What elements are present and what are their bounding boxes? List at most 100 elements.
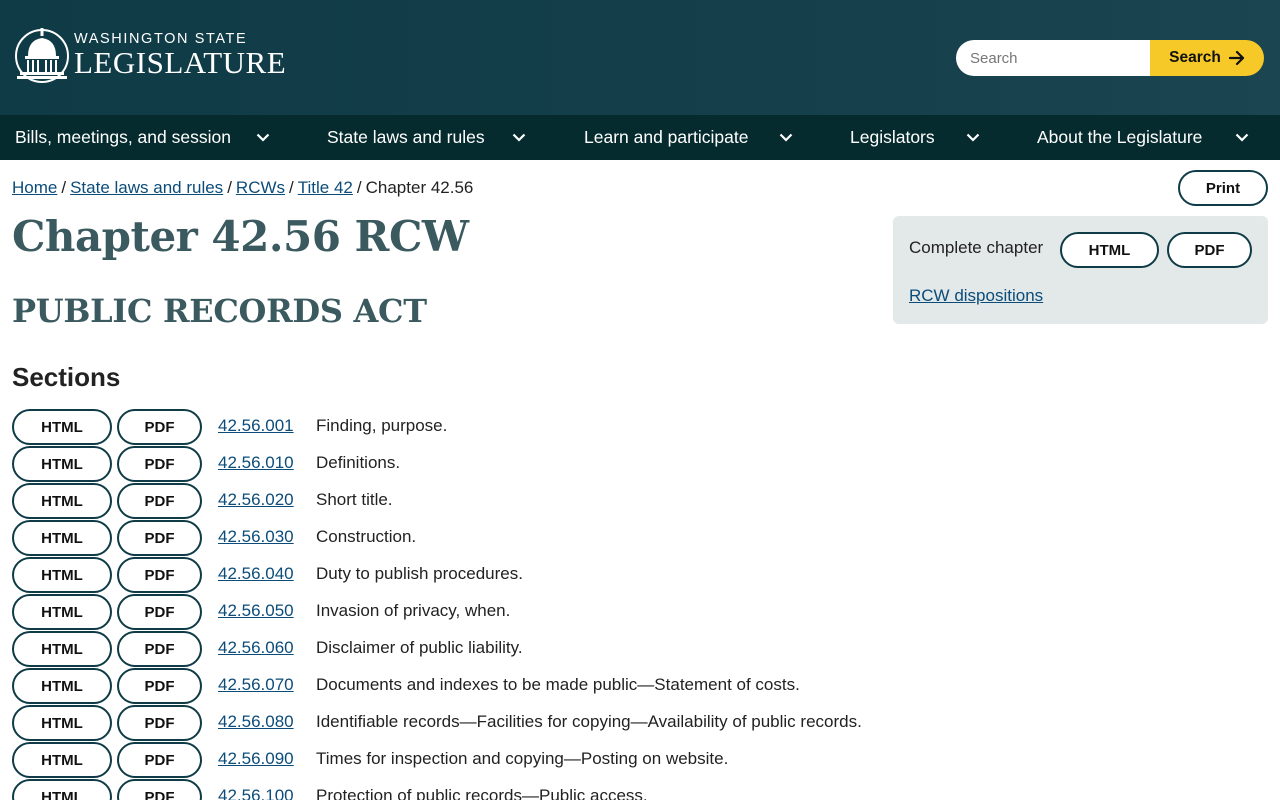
section-title: Times for inspection and copying—Posting…: [316, 749, 729, 768]
nav-item-label: Bills, meetings, and session: [15, 127, 231, 147]
section-html-button[interactable]: HTML: [12, 668, 112, 704]
list-item: HTML PDF 42.56.070 Documents and indexes…: [12, 667, 1012, 704]
list-item: HTML PDF 42.56.001 Finding, purpose.: [12, 408, 1012, 445]
section-pdf-button[interactable]: PDF: [117, 705, 202, 741]
print-button[interactable]: Print: [1178, 170, 1268, 206]
section-number-link[interactable]: 42.56.020: [218, 490, 294, 510]
search-form: Search: [956, 40, 1264, 76]
breadcrumb-separator: /: [356, 178, 362, 197]
list-item: HTML PDF 42.56.080 Identifiable records—…: [12, 704, 1012, 741]
nav-item-legislators[interactable]: Legislators: [850, 115, 990, 160]
list-item: HTML PDF 42.56.030 Construction.: [12, 519, 1012, 556]
section-pdf-button[interactable]: PDF: [117, 668, 202, 704]
complete-chapter-label: Complete chapter: [909, 238, 1044, 257]
section-title: Protection of public records—Public acce…: [316, 786, 648, 800]
nav-item-label: Learn and participate: [584, 127, 749, 147]
chapter-html-button[interactable]: HTML: [1060, 232, 1159, 268]
section-title: Duty to publish procedures.: [316, 564, 523, 583]
chapter-subtitle: PUBLIC RECORDS ACT: [12, 292, 427, 330]
chevron-down-icon: [966, 133, 980, 142]
section-title: Identifiable records—Facilities for copy…: [316, 712, 862, 731]
section-html-button[interactable]: HTML: [12, 742, 112, 778]
section-number-link[interactable]: 42.56.100: [218, 786, 294, 800]
section-number-link[interactable]: 42.56.001: [218, 416, 294, 436]
search-button[interactable]: Search: [1150, 40, 1264, 76]
section-pdf-button[interactable]: PDF: [117, 446, 202, 482]
section-pdf-button[interactable]: PDF: [117, 483, 202, 519]
breadcrumb-separator: /: [289, 178, 294, 197]
section-number-link[interactable]: 42.56.030: [218, 527, 294, 547]
section-title: Construction.: [316, 527, 417, 546]
section-number-link[interactable]: 42.56.040: [218, 564, 294, 584]
section-html-button[interactable]: HTML: [12, 520, 112, 556]
list-item: HTML PDF 42.56.010 Definitions.: [12, 445, 1012, 482]
nav-item-label: About the Legislature: [1037, 127, 1203, 147]
breadcrumb-home[interactable]: Home: [12, 178, 57, 197]
chapter-pdf-button[interactable]: PDF: [1167, 232, 1252, 268]
chevron-down-icon: [1235, 133, 1249, 142]
breadcrumb-separator: /: [61, 178, 67, 197]
section-number-link[interactable]: 42.56.080: [218, 712, 294, 732]
rcw-dispositions-link[interactable]: RCW dispositions: [909, 286, 1043, 306]
breadcrumb-rcws[interactable]: RCWs: [236, 178, 285, 197]
section-title: Finding, purpose.: [316, 416, 448, 435]
section-pdf-button[interactable]: PDF: [117, 594, 202, 630]
nav-item-about[interactable]: About the Legislature: [1037, 115, 1267, 160]
breadcrumb: Home / State laws and rules / RCWs / Title 42/…: [12, 178, 473, 198]
capitol-dome-icon: [15, 28, 69, 83]
breadcrumb-current: Chapter 42.56: [365, 178, 474, 197]
chevron-down-icon: [256, 133, 270, 142]
section-html-button[interactable]: HTML: [12, 446, 112, 482]
sections-list: HTML PDF 42.56.001 Finding, purpose. HTM…: [12, 408, 1012, 800]
section-number-link[interactable]: 42.56.090: [218, 749, 294, 769]
section-html-button[interactable]: HTML: [12, 483, 112, 519]
section-html-button[interactable]: HTML: [12, 705, 112, 741]
list-item: HTML PDF 42.56.060 Disclaimer of public …: [12, 630, 1012, 667]
section-pdf-button[interactable]: PDF: [117, 520, 202, 556]
breadcrumb-separator: /: [227, 178, 232, 197]
search-button-label: Search: [1169, 49, 1221, 66]
section-html-button[interactable]: HTML: [12, 779, 112, 800]
section-title: Definitions.: [316, 453, 401, 472]
list-item: HTML PDF 42.56.020 Short title.: [12, 482, 1012, 519]
sections-heading: Sections: [12, 362, 121, 392]
list-item: HTML PDF 42.56.100 Protection of public …: [12, 778, 1012, 800]
logo-line2: LEGISLATURE: [74, 45, 287, 80]
section-title: Documents and indexes to be made public—…: [316, 675, 800, 694]
chevron-down-icon: [512, 133, 526, 142]
section-html-button[interactable]: HTML: [12, 409, 112, 445]
section-html-button[interactable]: HTML: [12, 631, 112, 667]
section-html-button[interactable]: HTML: [12, 594, 112, 630]
site-header: WASHINGTON STATE LEGISLATURE Search: [0, 0, 1280, 115]
main-nav: Bills, meetings, and session State laws …: [0, 115, 1280, 160]
section-number-link[interactable]: 42.56.060: [218, 638, 294, 658]
site-logo[interactable]: WASHINGTON STATE LEGISLATURE: [14, 26, 286, 84]
section-number-link[interactable]: 42.56.050: [218, 601, 294, 621]
section-pdf-button[interactable]: PDF: [117, 409, 202, 445]
section-number-link[interactable]: 42.56.070: [218, 675, 294, 695]
arrow-right-icon: [1228, 51, 1244, 65]
section-title: Disclaimer of public liability.: [316, 638, 523, 657]
section-html-button[interactable]: HTML: [12, 557, 112, 593]
search-input[interactable]: [956, 40, 1150, 76]
list-item: HTML PDF 42.56.040 Duty to publish proce…: [12, 556, 1012, 593]
section-pdf-button[interactable]: PDF: [117, 779, 202, 800]
list-item: HTML PDF 42.56.050 Invasion of privacy, …: [12, 593, 1012, 630]
nav-item-label: State laws and rules: [327, 127, 485, 147]
section-title: Invasion of privacy, when.: [316, 601, 511, 620]
breadcrumb-laws[interactable]: State laws and rules: [70, 178, 223, 197]
section-number-link[interactable]: 42.56.010: [218, 453, 294, 473]
complete-chapter-panel: Complete chapter HTML PDF RCW dispositio…: [893, 216, 1268, 324]
section-pdf-button[interactable]: PDF: [117, 557, 202, 593]
section-pdf-button[interactable]: PDF: [117, 631, 202, 667]
nav-item-label: Legislators: [850, 127, 935, 147]
section-title: Short title.: [316, 490, 393, 509]
nav-item-learn[interactable]: Learn and participate: [584, 115, 804, 160]
nav-item-laws[interactable]: State laws and rules: [327, 115, 537, 160]
page-title: Chapter 42.56 RCW: [12, 212, 469, 261]
breadcrumb-title[interactable]: Title 42: [298, 178, 353, 197]
logo-text: WASHINGTON STATE LEGISLATURE: [74, 31, 286, 79]
list-item: HTML PDF 42.56.090 Times for inspection …: [12, 741, 1012, 778]
nav-item-bills[interactable]: Bills, meetings, and session: [15, 115, 275, 160]
section-pdf-button[interactable]: PDF: [117, 742, 202, 778]
